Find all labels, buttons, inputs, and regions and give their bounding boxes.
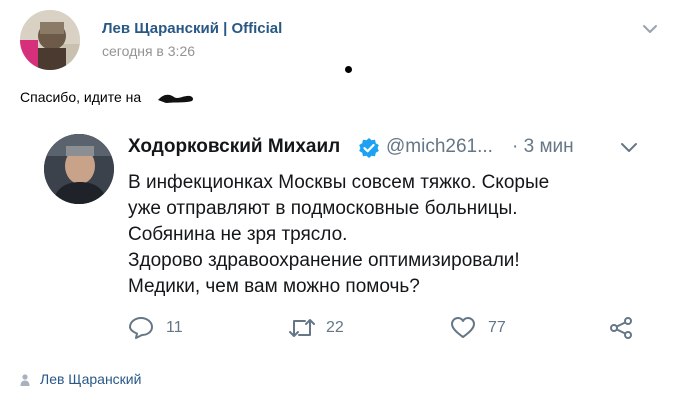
post-header: Лев Щаранский | Official сегодня в 3:26 [20,10,660,70]
tweet-text-line: уже отправляют в подмосковные больницы. [128,198,518,219]
tweet-time[interactable]: · 3 мин [512,136,574,158]
tweet-text-line: Здорово здравоохранение оптимизировали! [128,250,520,271]
tweet-text-line: Собянина не зря трясло. [128,224,348,245]
retweet-icon [289,319,315,337]
embedded-tweet[interactable]: Ходорковский Михаил @mich261... · 3 мин … [20,122,660,354]
reply-count: 11 [166,319,183,336]
author-name[interactable]: Лев Щаранский | Official [102,20,282,37]
share-icon [610,317,632,339]
verified-badge-icon [359,138,379,158]
post-text: Спасибо, идите на [20,89,142,105]
tweet-author-handle[interactable]: @mich261... [386,136,493,158]
censor-scribble [158,94,194,103]
retweet-count: 22 [326,319,344,336]
tweet-text-line: Медики, чем вам можно помочь? [128,276,420,297]
tweet-actions: 11 22 77 [128,316,648,342]
tweet-text: В инфекционках Москвы совсем тяжко. Скор… [128,170,648,300]
dot-mark [345,66,352,73]
reply-icon [129,317,153,339]
tweet-author-avatar[interactable] [44,134,114,204]
signature-name[interactable]: Лев Щаранский [40,371,141,387]
tweet-header: Ходорковский Михаил @mich261... · 3 мин [128,136,658,162]
like-icon [451,317,475,338]
tweet-more-chevron-icon[interactable] [620,142,638,154]
author-avatar[interactable] [20,10,80,70]
more-chevron-icon[interactable] [642,24,658,34]
like-count: 77 [488,319,506,336]
tweet-author-name[interactable]: Ходорковский Михаил [128,136,340,158]
user-icon [20,374,30,386]
post-time[interactable]: сегодня в 3:26 [102,43,195,59]
tweet-text-line: В инфекционках Москвы совсем тяжко. Скор… [128,172,550,193]
